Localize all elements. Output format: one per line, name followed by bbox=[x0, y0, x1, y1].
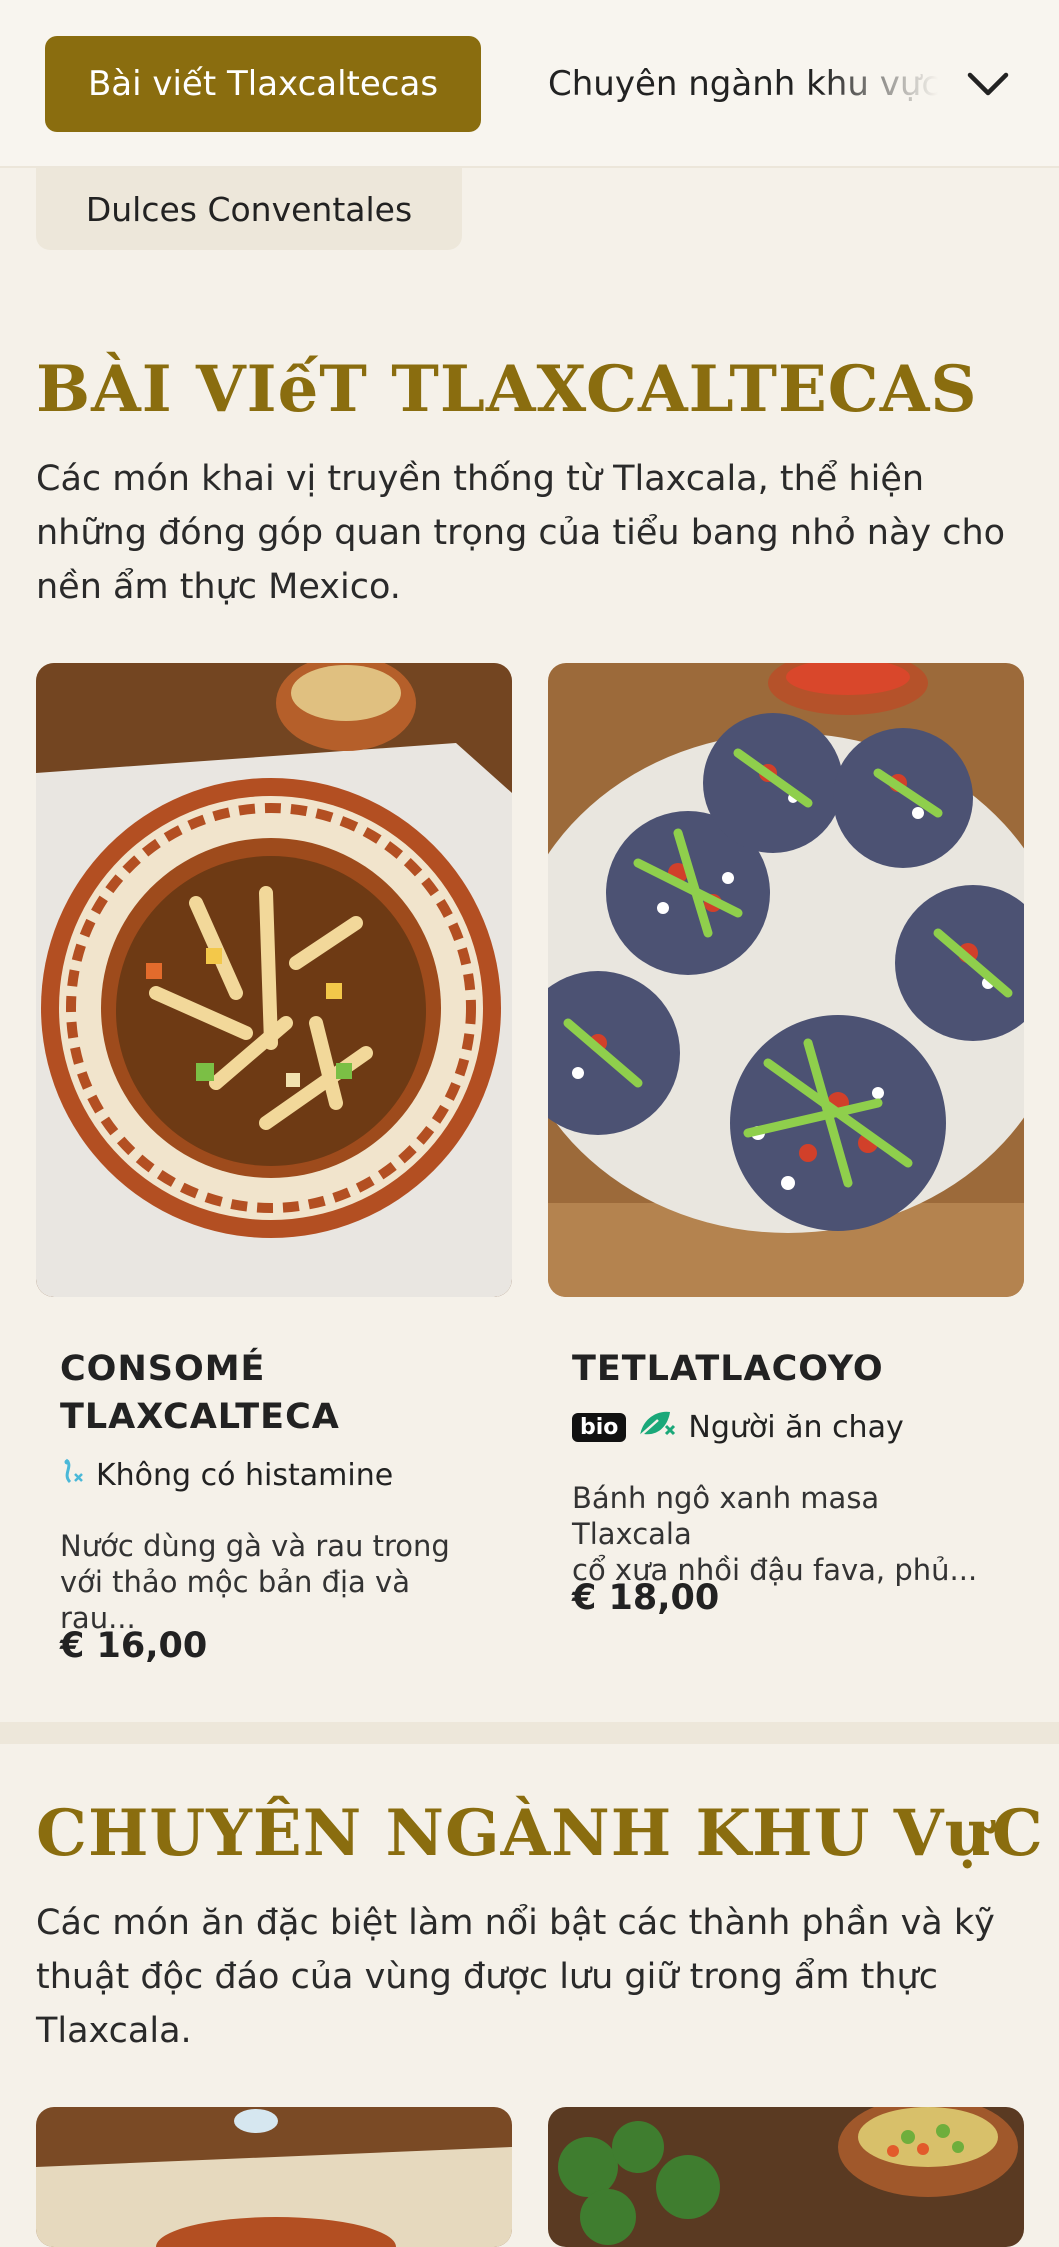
category-tab-active[interactable]: Bài viết Tlaxcaltecas bbox=[45, 36, 481, 132]
category-tab-next[interactable]: Chuyên ngành khu vực bbox=[548, 36, 938, 132]
item-description-line1: Bánh ngô xanh masa Tlaxcala bbox=[572, 1481, 880, 1551]
section-description-tlaxcaltecas: Các món khai vị truyền thống từ Tlaxcala… bbox=[36, 459, 1006, 607]
tetlatlacoyo-image[interactable] bbox=[548, 663, 1024, 1297]
section-divider bbox=[0, 1722, 1059, 1744]
section-title-tlaxcaltecas: BÀI VIếT TLAXCALTECAS bbox=[36, 352, 978, 427]
category-chip-dulces[interactable]: Dulces Conventales bbox=[36, 168, 462, 250]
item-price-consome: € 16,00 bbox=[60, 1626, 208, 1666]
item-description-tetlatlacoyo: Bánh ngô xanh masa Tlaxcala cổ xưa nhồi … bbox=[572, 1480, 1002, 1588]
bio-badge: bio bbox=[572, 1412, 627, 1442]
regional-item-image-2[interactable] bbox=[548, 2107, 1024, 2247]
item-title-line2: TLAXCALTECA bbox=[60, 1397, 340, 1437]
item-title-tetlatlacoyo[interactable]: TETLATLACOYO bbox=[572, 1345, 884, 1393]
category-nav-bar: Bài viết Tlaxcaltecas Chuyên ngành khu v… bbox=[0, 0, 1059, 168]
item-description-consome: Nước dùng gà và rau trong với thảo mộc b… bbox=[60, 1528, 490, 1636]
chevron-down-icon[interactable] bbox=[962, 58, 1014, 110]
item-description-line1: Nước dùng gà và rau trong bbox=[60, 1529, 450, 1563]
regional-item-image-1[interactable] bbox=[36, 2107, 512, 2247]
item-price-tetlatlacoyo: € 18,00 bbox=[572, 1578, 720, 1618]
section-description-regional: Các món ăn đặc biệt làm nổi bật các thàn… bbox=[36, 1903, 995, 2051]
tag-label: Người ăn chay bbox=[688, 1409, 904, 1445]
tag-vegetarian: bio Người ăn chay bbox=[572, 1406, 904, 1448]
consome-tlaxcalteca-image[interactable] bbox=[36, 663, 512, 1297]
item-title-line1: CONSOMÉ bbox=[60, 1349, 266, 1389]
item-title-consome[interactable]: CONSOMÉ TLAXCALTECA bbox=[60, 1345, 340, 1441]
vegetarian-icon bbox=[636, 1406, 678, 1448]
histamine-free-icon bbox=[60, 1456, 84, 1494]
tag-histamine-free: Không có histamine bbox=[60, 1456, 393, 1494]
section-title-regional: CHUYÊN NGÀNH KHU VựC bbox=[36, 1796, 1044, 1871]
tag-label: Không có histamine bbox=[96, 1457, 394, 1493]
